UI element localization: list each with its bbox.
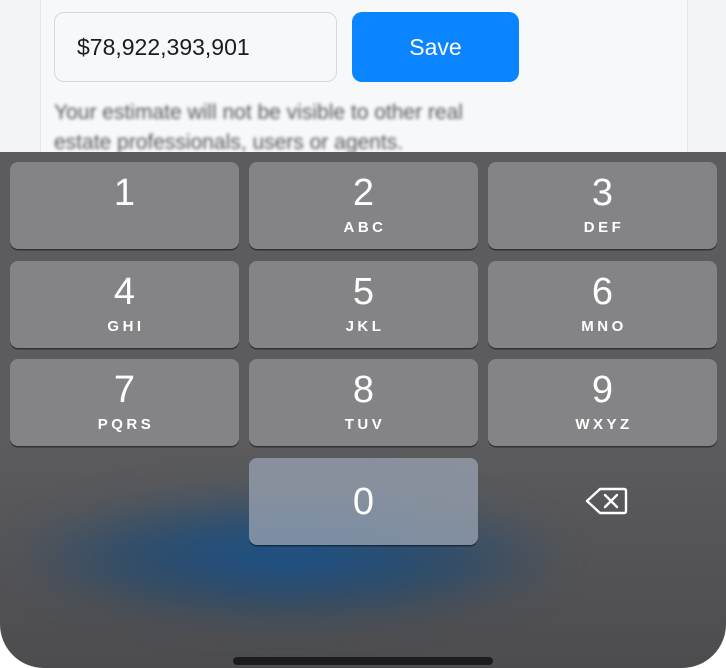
key-letters: ABC [343,219,387,236]
save-button[interactable]: Save [352,12,519,82]
key-letters: TUV [344,416,386,433]
estimate-form-area: Save Your estimate will not be visible t… [0,0,726,154]
key-letters: MNO [581,318,627,335]
key-letters: PQRS [97,416,155,433]
key-0[interactable]: 0 [249,458,478,545]
key-9[interactable]: 9 WXYZ [488,359,717,446]
key-1[interactable]: 1 [10,162,239,249]
key-4[interactable]: 4 GHI [10,261,239,348]
key-digit: 3 [591,172,614,214]
screen: Save Your estimate will not be visible t… [0,0,726,668]
key-6[interactable]: 6 MNO [488,261,717,348]
key-2[interactable]: 2 ABC [249,162,478,249]
key-letters: JKL [345,318,385,335]
key-7[interactable]: 7 PQRS [10,359,239,446]
key-digit: 9 [591,369,614,411]
key-3[interactable]: 3 DEF [488,162,717,249]
home-indicator[interactable] [233,657,493,665]
key-digit: 0 [352,481,375,523]
key-digit: 5 [352,271,375,313]
key-digit: 1 [113,172,136,214]
key-digit: 4 [113,271,136,313]
key-letters: GHI [107,318,145,335]
delete-key[interactable] [560,481,650,521]
estimate-input[interactable] [54,12,337,82]
numeric-keypad: 1 2 ABC 3 DEF 4 GHI 5 JKL 6 MNO 7 PQRS 8… [0,152,726,668]
key-digit: 6 [591,271,614,313]
key-digit: 8 [352,369,375,411]
key-digit: 7 [113,369,136,411]
key-letters: DEF [583,219,625,236]
key-letters: WXYZ [575,416,633,433]
delete-backspace-icon [585,487,628,515]
key-digit: 2 [352,172,375,214]
key-5[interactable]: 5 JKL [249,261,478,348]
privacy-notice: Your estimate will not be visible to oth… [54,101,463,154]
key-8[interactable]: 8 TUV [249,359,478,446]
